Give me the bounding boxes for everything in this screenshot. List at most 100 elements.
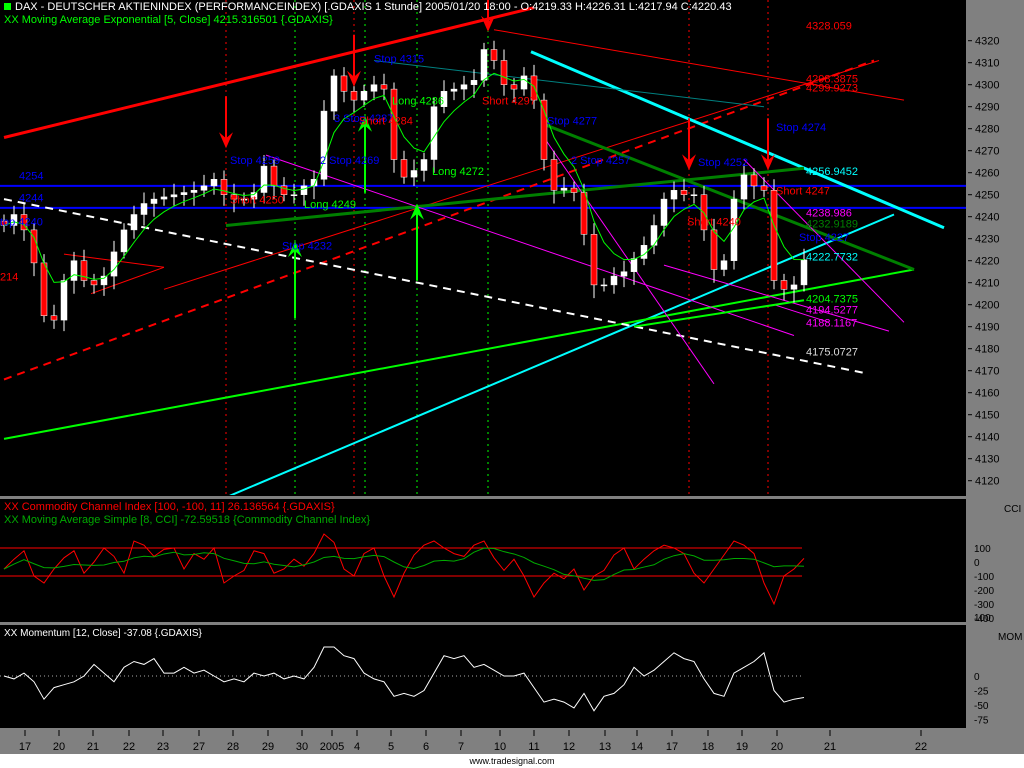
candle <box>770 190 778 281</box>
candle <box>290 194 298 196</box>
candle <box>270 165 278 187</box>
y-tick-label: 4320 <box>975 36 999 48</box>
chart-annotation: 4299.9273 <box>806 82 858 94</box>
time-axis-panel[interactable] <box>0 728 1024 754</box>
candle <box>580 192 588 235</box>
y-tick-label: 4290 <box>975 102 999 114</box>
cci-panel <box>0 533 805 606</box>
chart-annotation: 2 Stop 4257 <box>571 155 630 167</box>
trend-line <box>229 213 895 495</box>
chart-annotation: 4232.9189 <box>806 219 858 231</box>
chart-annotation: Stop 4227 <box>799 232 849 244</box>
candle <box>610 275 618 286</box>
candle <box>40 262 48 316</box>
candle <box>70 260 78 281</box>
candle <box>400 159 408 178</box>
series-color-icon <box>4 3 11 10</box>
x-tick-label: 30 <box>296 741 308 753</box>
chart-annotation: Long 4286 <box>392 96 444 108</box>
candle <box>350 91 358 101</box>
cci-legend: XX Commodity Channel Index [100, -100, 1… <box>4 501 335 513</box>
candle <box>110 251 118 277</box>
candle <box>450 88 458 92</box>
candle <box>630 258 638 272</box>
x-tick-label: 4 <box>354 741 360 753</box>
panel-divider[interactable] <box>0 496 966 499</box>
y-tick-label: 4200 <box>975 300 999 312</box>
candle <box>740 174 748 200</box>
cci-tick-label: -300 <box>974 600 994 611</box>
candle <box>540 99 548 160</box>
panel-divider[interactable] <box>0 622 966 625</box>
y-tick-label: 4130 <box>975 454 999 466</box>
chart-annotation: Short 4250 <box>230 195 284 207</box>
candle <box>460 84 468 90</box>
mom-tick-label: -50 <box>974 701 989 712</box>
x-tick-label: 20 <box>771 741 783 753</box>
candle <box>370 84 378 92</box>
x-tick-label: 17 <box>19 741 31 753</box>
y-tick-label: 4270 <box>975 146 999 158</box>
candle <box>340 75 348 92</box>
x-tick-label: 27 <box>193 741 205 753</box>
candle <box>670 190 678 200</box>
x-tick-label: 17 <box>666 741 678 753</box>
chart-annotation: Stop 4259 <box>230 155 280 167</box>
x-tick-label: 19 <box>736 741 748 753</box>
candle <box>480 49 488 81</box>
y-tick-label: 4220 <box>975 256 999 268</box>
candle <box>760 185 768 191</box>
trend-line <box>543 122 915 271</box>
x-tick-label: 21 <box>824 741 836 753</box>
chart-canvas[interactable]: 42544244top 4240214Stop 4259Short 4250 Lo… <box>0 0 1024 768</box>
x-tick-label: 7 <box>458 741 464 753</box>
cci-ma-legend: XX Moving Average Simple [8, CCI] -72.59… <box>4 514 371 526</box>
momentum-legend: XX Momentum [12, Close] -37.08 {.GDAXIS} <box>4 628 202 639</box>
candle <box>90 280 98 286</box>
y-tick-label: 4210 <box>975 278 999 290</box>
candle <box>150 198 158 204</box>
candle <box>260 165 268 193</box>
x-tick-label: 20 <box>53 741 65 753</box>
candle <box>560 187 568 191</box>
x-tick-label: 12 <box>563 741 575 753</box>
candle <box>420 159 428 171</box>
y-tick-label: 4180 <box>975 344 999 356</box>
candle <box>280 185 288 195</box>
y-tick-label: 4300 <box>975 80 999 92</box>
mom-tick-label: -75 <box>974 716 989 727</box>
chart-annotation: Long 4272 <box>432 166 484 178</box>
candle <box>680 190 688 195</box>
candle <box>750 174 758 187</box>
candle <box>160 196 168 200</box>
x-tick-label: 6 <box>423 741 429 753</box>
candle <box>330 75 338 112</box>
chart-annotation: Short 4247 <box>776 186 830 198</box>
chart-annotation: 4244 <box>19 192 43 204</box>
candle <box>520 75 528 90</box>
chart-annotation: 4254 <box>19 170 43 182</box>
x-tick-label: 22 <box>915 741 927 753</box>
cci-line <box>3 533 805 606</box>
chart-annotation: 214 <box>0 272 18 284</box>
candle <box>500 60 508 85</box>
x-tick-label: 28 <box>227 741 239 753</box>
candle <box>100 275 108 286</box>
chart-annotation: 4175.0727 <box>806 346 858 358</box>
candle <box>550 159 558 191</box>
y-tick-label: 4170 <box>975 366 999 378</box>
y-tick-label: 4250 <box>975 190 999 202</box>
candle <box>360 91 368 101</box>
candle <box>200 185 208 191</box>
footer-url[interactable]: www.tradesignal.com <box>0 754 1024 768</box>
candle <box>50 315 58 321</box>
candle <box>190 190 198 193</box>
x-tick-label: 18 <box>702 741 714 753</box>
chart-annotation: Short 4240 <box>687 217 741 229</box>
y-tick-label: 4120 <box>975 476 999 488</box>
momentum-panel <box>0 646 805 712</box>
cci-tick-label: -100 <box>974 572 994 583</box>
x-tick-label: 22 <box>123 741 135 753</box>
candle <box>410 170 418 178</box>
candle <box>660 198 668 226</box>
